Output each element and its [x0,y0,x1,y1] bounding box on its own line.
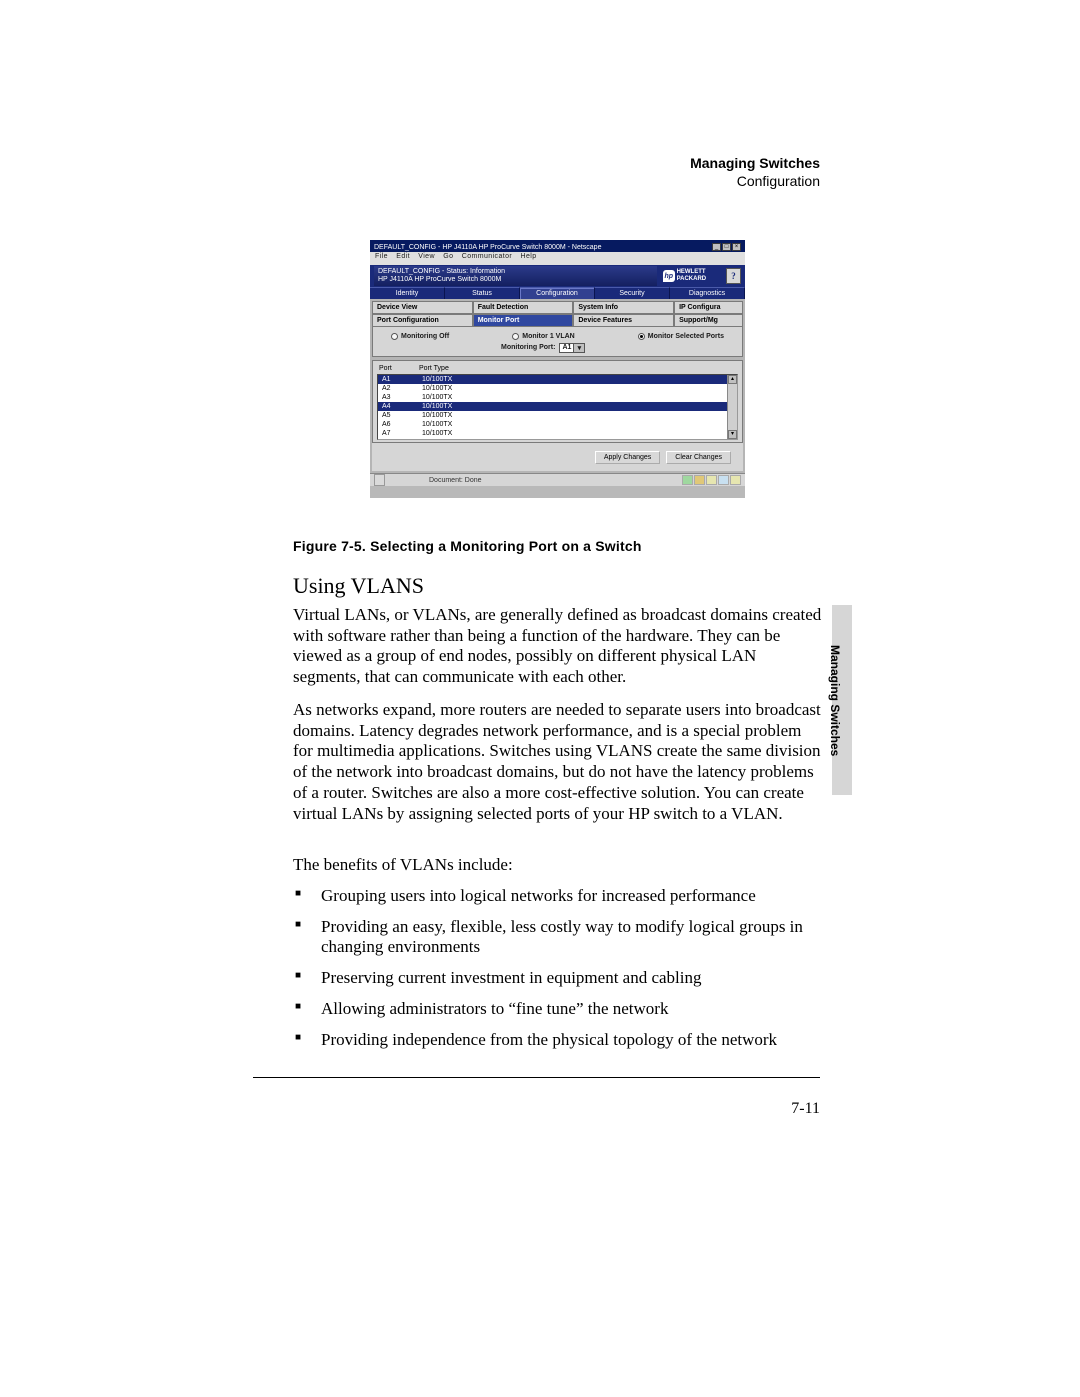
scrollbar[interactable]: ▴ ▾ [727,375,737,439]
subtab-monitor-port[interactable]: Monitor Port [473,314,574,327]
page: Managing Switches Configuration DEFAULT_… [0,0,1080,1397]
option-label: Monitor Selected Ports [648,333,724,340]
option-label: Monitor 1 VLAN [522,333,575,340]
col-port: Port [379,365,419,372]
table-row: A310/100TX [378,393,737,402]
help-icon[interactable]: ? [726,268,741,284]
clear-button[interactable]: Clear Changes [666,451,731,464]
figure-caption: Figure 7-5. Selecting a Monitoring Port … [293,538,642,554]
tab-diagnostics[interactable]: Diagnostics [670,287,745,299]
scroll-up-icon[interactable]: ▴ [728,375,737,384]
table-row: A610/100TX [378,420,737,429]
option-monitoring-off[interactable]: Monitoring Off [391,333,449,340]
tab-status[interactable]: Status [445,287,520,299]
subtab-port-config[interactable]: Port Configuration [372,314,473,327]
subtab-device-features[interactable]: Device Features [573,314,674,327]
window-buttons: _ □ × [712,243,741,251]
list-item: Preserving current investment in equipme… [293,968,823,989]
radio-icon [512,333,519,340]
list-item: Allowing administrators to “fine tune” t… [293,999,823,1020]
monitoring-port-row: Monitoring Port: A1 [501,343,585,353]
status-icons [682,475,741,485]
option-monitor-selected[interactable]: Monitor Selected Ports [638,333,724,340]
radio-icon [638,333,645,340]
menu-communicator[interactable]: Communicator [462,253,512,260]
section-heading: Using VLANS [293,573,424,599]
monitoring-port-value: A1 [562,344,571,351]
hp-logo-text: HEWLETT PACKARD [677,269,723,283]
button-row: Apply Changes Clear Changes [372,443,743,471]
menubar: File Edit View Go Communicator Help [370,252,745,265]
tab-identity[interactable]: Identity [370,287,445,299]
table-row: A510/100TX [378,411,737,420]
monitor-options: Monitoring Off Monitor 1 VLAN Monitor Se… [372,327,743,357]
status-icon [718,475,729,485]
subtab-ip-config[interactable]: IP Configura [674,301,743,314]
banner: DEFAULT_CONFIG - Status: Information HP … [370,265,745,287]
window-title: DEFAULT_CONFIG - HP J4110A HP ProCurve S… [374,244,601,251]
port-list: Port Port Type A110/100TX A210/100TX A31… [372,360,743,443]
menu-file[interactable]: File [375,253,388,260]
list-item: Providing an easy, flexible, less costly… [293,917,823,958]
paragraph: The benefits of VLANs include: [293,855,823,876]
maximize-button[interactable]: □ [722,243,731,251]
subtab-device-view[interactable]: Device View [372,301,473,314]
status-icon [730,475,741,485]
port-list-body[interactable]: A110/100TX A210/100TX A310/100TX A410/10… [377,374,738,440]
menu-go[interactable]: Go [443,253,453,260]
main-tabs: Identity Status Configuration Security D… [370,287,745,299]
thumb-tab-label: Managing Switches [828,645,842,756]
status-text: Document: Done [429,477,482,484]
banner-text: DEFAULT_CONFIG - Status: Information HP … [374,266,657,286]
close-button[interactable]: × [732,243,741,251]
table-row: A110/100TX [378,375,737,384]
scroll-down-icon[interactable]: ▾ [728,430,737,439]
status-icon [694,475,705,485]
figure-screenshot: DEFAULT_CONFIG - HP J4110A HP ProCurve S… [370,240,745,498]
list-item: Providing independence from the physical… [293,1030,823,1051]
option-monitor-vlan[interactable]: Monitor 1 VLAN [512,333,575,340]
hp-logo-icon: hp [663,270,675,282]
apply-button[interactable]: Apply Changes [595,451,660,464]
paragraph: As networks expand, more routers are nee… [293,700,823,824]
status-icon [682,475,693,485]
hp-logo: hp HEWLETT PACKARD [663,266,723,286]
running-header: Managing Switches Configuration [690,155,820,190]
menu-help[interactable]: Help [520,253,536,260]
window-titlebar: DEFAULT_CONFIG - HP J4110A HP ProCurve S… [370,240,745,252]
sub-tabs: Device View Fault Detection System Info … [372,301,743,327]
header-section: Configuration [690,173,820,191]
monitoring-port-label: Monitoring Port: [501,344,555,351]
menu-view[interactable]: View [418,253,435,260]
list-item: Grouping users into logical networks for… [293,886,823,907]
thumb-tab: Managing Switches [832,605,852,795]
table-row: A710/100TX [378,429,737,438]
subtab-support[interactable]: Support/Mg [674,314,743,327]
banner-line1: DEFAULT_CONFIG - Status: Information [378,268,653,276]
status-bar: Document: Done [370,473,745,486]
footer-rule [253,1077,820,1078]
paragraph: Virtual LANs, or VLANs, are generally de… [293,605,823,688]
header-chapter: Managing Switches [690,155,820,173]
status-icon [706,475,717,485]
tab-configuration[interactable]: Configuration [520,287,595,299]
col-type: Port Type [419,365,449,372]
subtab-fault-detection[interactable]: Fault Detection [473,301,574,314]
lock-icon [374,474,385,486]
monitoring-port-select[interactable]: A1 [559,343,585,353]
table-row: A210/100TX [378,384,737,393]
radio-icon [391,333,398,340]
page-number: 7-11 [791,1100,820,1118]
tab-security[interactable]: Security [595,287,670,299]
menu-edit[interactable]: Edit [396,253,410,260]
minimize-button[interactable]: _ [712,243,721,251]
subtab-system-info[interactable]: System Info [573,301,674,314]
option-label: Monitoring Off [401,333,449,340]
banner-line2: HP J4110A HP ProCurve Switch 8000M [378,276,653,284]
benefits-list: Grouping users into logical networks for… [293,886,823,1060]
table-row: A410/100TX [378,402,737,411]
